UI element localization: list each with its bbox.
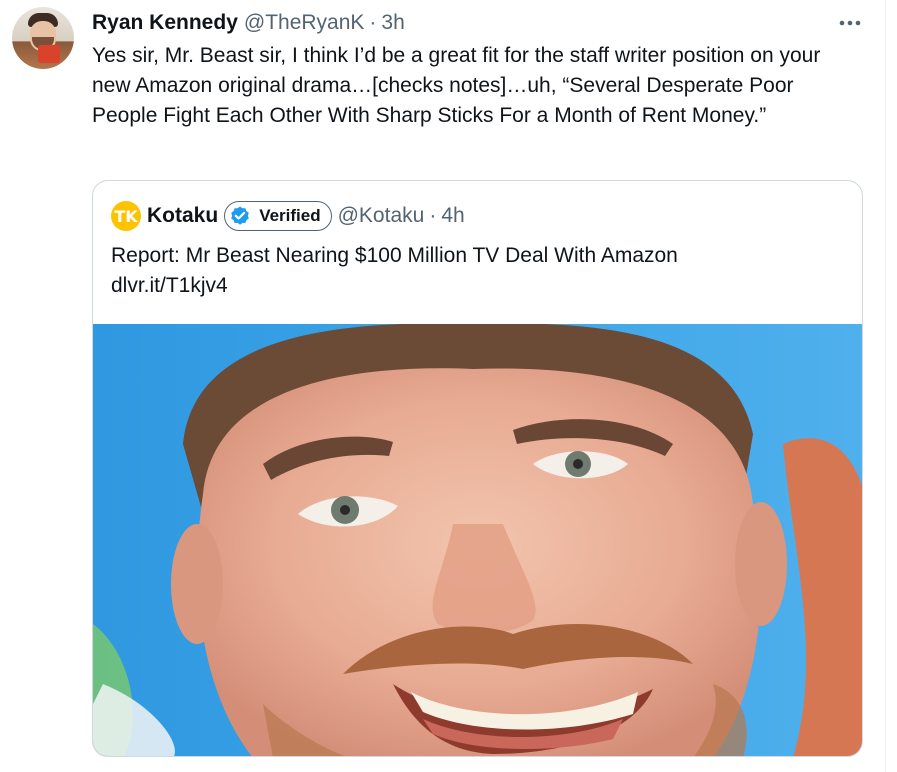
tweet-text: Yes sir, Mr. Beast sir, I think I’d be a… [92, 44, 821, 127]
quoted-tweet-header: TK Kotaku Verified @Kotaku · 4h [111, 201, 465, 231]
quoted-author-handle[interactable]: @Kotaku [338, 204, 425, 228]
timeline-divider [885, 0, 886, 772]
face-photo [93, 324, 862, 756]
kotaku-logo-icon: TK [111, 201, 141, 231]
more-horizontal-icon[interactable] [836, 10, 864, 36]
tweet-timestamp[interactable]: 3h [381, 11, 404, 35]
quoted-tweet-text: Report: Mr Beast Nearing $100 Million TV… [111, 241, 841, 301]
quoted-tweet[interactable]: TK Kotaku Verified @Kotaku · 4h Report: … [92, 180, 863, 757]
author-handle[interactable]: @TheRyanK [244, 11, 365, 35]
author-name[interactable]: Ryan Kennedy [92, 11, 238, 35]
quoted-link[interactable]: dlvr.it/T1kjv4 [111, 271, 841, 301]
quoted-author-name[interactable]: Kotaku [147, 204, 218, 228]
separator-dot: · [369, 11, 377, 34]
tweet-card[interactable]: Ryan Kennedy @TheRyanK · 3h Yes sir, Mr.… [0, 0, 897, 772]
verified-check-icon [231, 206, 249, 225]
separator-dot: · [429, 204, 437, 227]
quoted-headline: Report: Mr Beast Nearing $100 Million TV… [111, 244, 678, 267]
tweet-header: Ryan Kennedy @TheRyanK · 3h [92, 10, 405, 36]
quoted-tweet-image[interactable] [93, 324, 862, 756]
verified-label: Verified [259, 206, 321, 225]
verified-badge[interactable]: Verified [224, 201, 332, 231]
quoted-tweet-timestamp[interactable]: 4h [441, 204, 464, 228]
author-avatar[interactable] [12, 7, 74, 69]
